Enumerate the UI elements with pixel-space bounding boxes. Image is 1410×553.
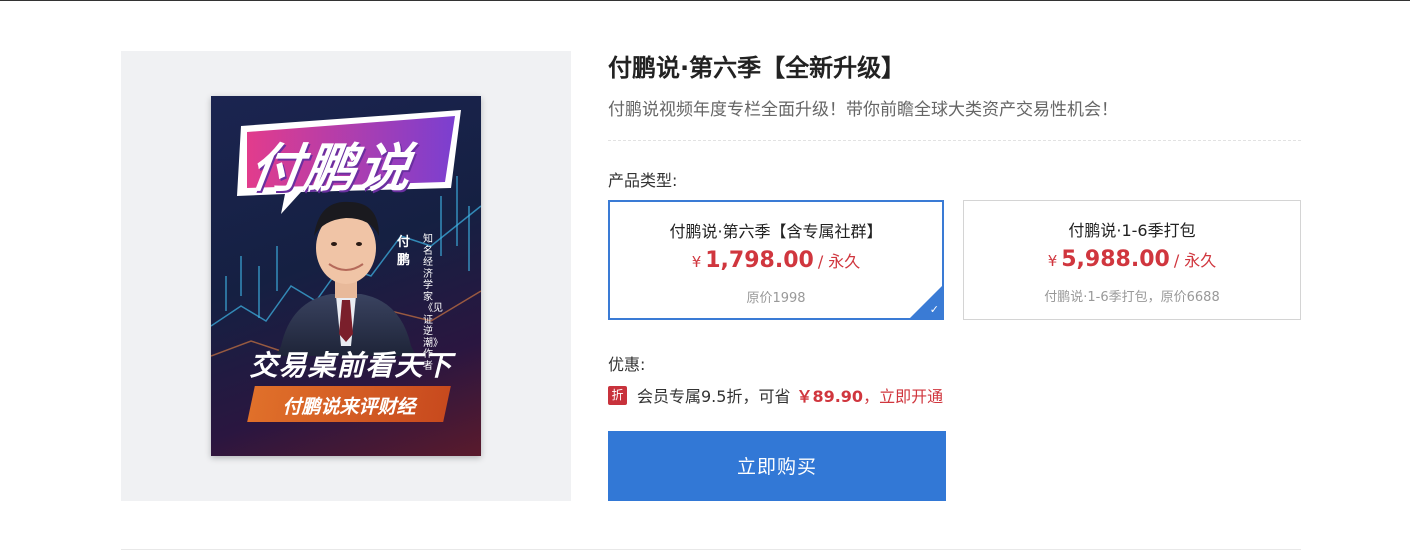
option-note: 付鹏说·1-6季打包，原价6688 (1044, 290, 1220, 305)
cover-brand-text: 付鹏说 (246, 139, 417, 199)
buy-now-button[interactable]: 立即购买 (608, 431, 946, 501)
discount-label: 优惠: (608, 355, 646, 374)
bottom-divider (121, 549, 1301, 550)
product-option-season6[interactable]: 付鹏说·第六季【含专属社群】 ¥1,798.00/ 永久 原价1998 ✓ (608, 200, 944, 320)
cover-panel: 付鹏说 付鹏 知名经济学家《见证逆潮》作者 交易桌前看天下 付鹏说来评财经 (121, 51, 571, 501)
price-period: / 永久 (817, 252, 861, 271)
divider (608, 140, 1301, 141)
option-name: 付鹏说·第六季【含专属社群】 (669, 222, 883, 241)
discount-badge: 折 (608, 385, 627, 405)
checkmark-icon: ✓ (929, 303, 939, 316)
price-amount: 5,988.00 (1061, 247, 1170, 272)
cover-slogan-sub: 付鹏说来评财经 (282, 396, 416, 418)
cover-slogan-main: 交易桌前看天下 (249, 349, 453, 382)
product-subtitle: 付鹏说视频年度专栏全面升级！带你前瞻全球大类资产交易性机会！ (608, 100, 1118, 120)
discount-text: 会员专属9.5折，可省 (637, 387, 791, 406)
discount-separator: ， (863, 387, 880, 406)
discount-amount: ￥89.90 (796, 387, 864, 406)
discount-row: 折会员专属9.5折，可省 ￥89.90，立即开通 (608, 383, 943, 407)
product-cover-image[interactable]: 付鹏说 付鹏 知名经济学家《见证逆潮》作者 交易桌前看天下 付鹏说来评财经 (211, 96, 481, 456)
currency-symbol: ¥ (691, 253, 702, 271)
price-amount: 1,798.00 (705, 248, 814, 273)
option-note: 原价1998 (746, 291, 806, 306)
option-price: ¥5,988.00/ 永久 (964, 247, 1300, 272)
option-price: ¥1,798.00/ 永久 (610, 248, 942, 273)
product-option-bundle[interactable]: 付鹏说·1-6季打包 ¥5,988.00/ 永久 付鹏说·1-6季打包，原价66… (963, 200, 1301, 320)
membership-open-link[interactable]: 立即开通 (879, 383, 943, 407)
cover-person-name: 付鹏 (397, 235, 411, 268)
top-border (0, 0, 1410, 1)
product-title: 付鹏说·第六季【全新升级】 (608, 54, 906, 82)
option-name: 付鹏说·1-6季打包 (1068, 221, 1196, 240)
price-period: / 永久 (1173, 251, 1217, 270)
product-type-label: 产品类型: (608, 171, 678, 190)
currency-symbol: ¥ (1047, 252, 1058, 270)
